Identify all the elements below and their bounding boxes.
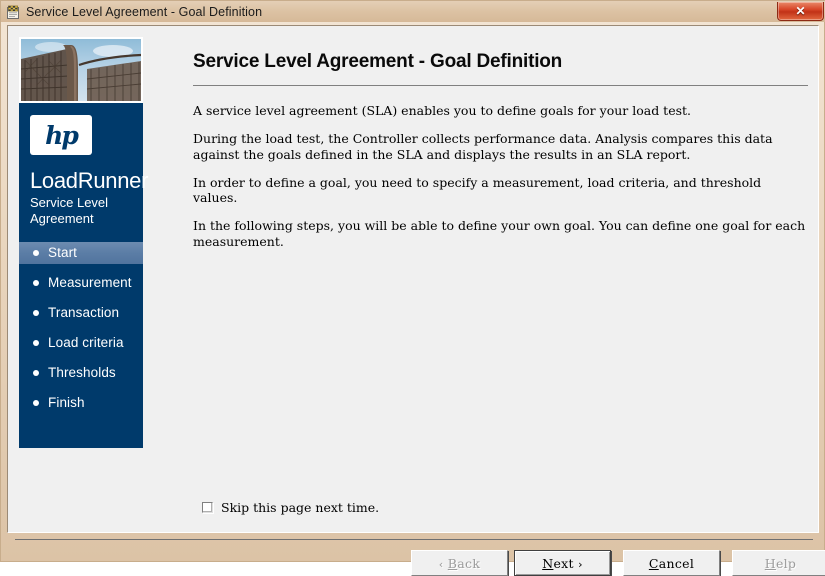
paragraph-during-test: During the load test, the Controller col… (193, 131, 773, 162)
sidebar-item-finish[interactable]: Finish (19, 392, 143, 414)
paragraph-define-goal: In order to define a goal, you need to s… (193, 174, 762, 205)
sidebar-item-label: Transaction (48, 305, 120, 321)
rollercoaster-photo (19, 37, 143, 103)
back-button[interactable]: ‹ Back (411, 550, 508, 576)
window-title: Service Level Agreement - Goal Definitio… (26, 4, 263, 19)
cancel-button[interactable]: Cancel (623, 550, 720, 576)
sidebar-item-label: Measurement (48, 275, 132, 291)
skip-page-row[interactable]: Skip this page next time. (202, 500, 379, 515)
button-bar-divider (15, 539, 813, 540)
sidebar-item-label: Start (48, 245, 78, 261)
sidebar-item-start[interactable]: Start (19, 241, 143, 264)
sla-wizard-icon (5, 4, 21, 20)
bullet-icon (33, 339, 39, 346)
back-button-label: ‹ Back (438, 555, 481, 571)
hp-logo-text: hp (45, 120, 79, 150)
chevron-left-icon: ‹ (438, 557, 444, 571)
branding-panel: hp LoadRunner Service Level Agreement St… (19, 37, 149, 448)
description-text: A service level agreement (SLA) enables … (193, 103, 809, 249)
sidebar-item-label: Load criteria (48, 335, 124, 351)
wizard-step-list: Start Measurement Transaction Load crite… (19, 241, 143, 448)
bullet-icon (33, 249, 39, 256)
paragraph-following-steps: In the following steps, you will be able… (193, 218, 806, 249)
page-title: Service Level Agreement - Goal Definitio… (193, 51, 563, 72)
cancel-button-label: Cancel (648, 555, 695, 571)
chevron-right-icon: › (578, 557, 583, 571)
dialog-button-bar: ‹ Back Next › Cancel Help (411, 550, 825, 576)
title-divider (193, 85, 808, 86)
next-button[interactable]: Next › (514, 550, 611, 576)
sidebar-item-label: Finish (48, 395, 85, 411)
skip-page-checkbox[interactable] (202, 502, 213, 513)
help-button[interactable]: Help (732, 550, 825, 576)
close-icon: ✕ (795, 4, 806, 18)
hp-logo: hp (30, 115, 92, 155)
sidebar-item-measurement[interactable]: Measurement (19, 272, 143, 294)
sidebar-item-transaction[interactable]: Transaction (19, 302, 143, 324)
bullet-icon (33, 309, 39, 316)
dialog-window: Service Level Agreement - Goal Definitio… (0, 0, 825, 576)
bullet-icon (33, 369, 39, 376)
product-name: LoadRunner (30, 168, 149, 193)
skip-page-label: Skip this page next time. (221, 500, 380, 515)
content-pane: Service Level Agreement - Goal Definitio… (193, 40, 808, 262)
sidebar-item-load-criteria[interactable]: Load criteria (19, 332, 143, 354)
sidebar-item-label: Thresholds (48, 365, 116, 381)
title-bar[interactable]: Service Level Agreement - Goal Definitio… (1, 1, 825, 22)
bullet-icon (33, 279, 39, 286)
help-button-label: Help (764, 555, 797, 571)
close-button[interactable]: ✕ (777, 2, 824, 21)
paragraph-intro: A service level agreement (SLA) enables … (193, 103, 691, 118)
hp-brand-panel: hp LoadRunner Service Level Agreement St… (19, 103, 149, 448)
titlebar-button-group: ✕ (777, 2, 824, 21)
bullet-icon (33, 399, 39, 406)
client-area: hp LoadRunner Service Level Agreement St… (7, 25, 825, 576)
next-button-label: Next › (542, 555, 583, 571)
sidebar-item-thresholds[interactable]: Thresholds (19, 362, 143, 384)
product-subtitle: Service Level Agreement (30, 195, 109, 227)
